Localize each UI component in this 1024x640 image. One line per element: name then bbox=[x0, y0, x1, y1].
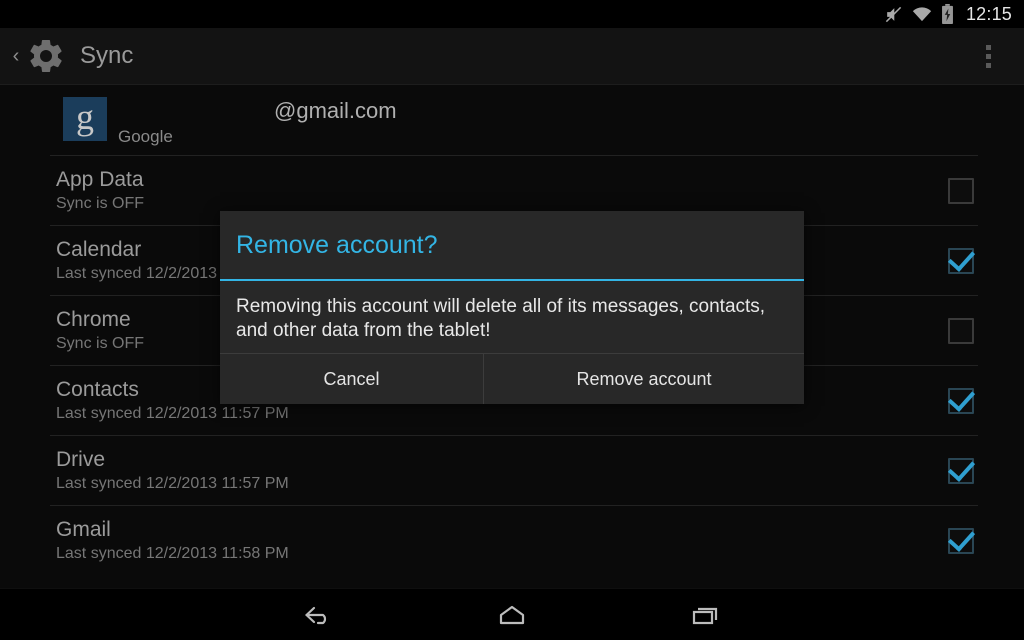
android-tablet-screen: 12:15 ‹ Sync g Google @gmail.com App Dat… bbox=[0, 0, 1024, 640]
nav-back-icon[interactable] bbox=[290, 593, 346, 637]
mute-icon bbox=[884, 5, 903, 24]
nav-recents-icon[interactable] bbox=[678, 593, 734, 637]
sync-row-status: Last synced 12/2/2013 11:57 PM bbox=[56, 475, 289, 492]
dialog-title: Remove account? bbox=[236, 230, 438, 259]
sync-row-title: Gmail bbox=[56, 518, 111, 541]
dialog-message: Removing this account will delete all of… bbox=[236, 296, 766, 341]
sync-checkbox[interactable] bbox=[948, 177, 974, 204]
sync-row-texts: Calendar Last synced 12/2/2013 bbox=[56, 237, 217, 284]
sync-row-texts: Gmail Last synced 12/2/2013 11:58 PM bbox=[56, 517, 289, 564]
google-logo-letter: g bbox=[76, 97, 94, 137]
sync-row-status: Last synced 12/2/2013 11:58 PM bbox=[56, 545, 289, 562]
remove-account-dialog: Remove account? Removing this account wi… bbox=[220, 211, 804, 404]
overflow-dot bbox=[985, 62, 991, 68]
overflow-menu-icon[interactable] bbox=[974, 38, 1002, 74]
sync-row[interactable]: Drive Last synced 12/2/2013 11:57 PM bbox=[0, 436, 1024, 505]
sync-row-status: Last synced 12/2/2013 bbox=[56, 265, 218, 282]
sync-checkbox[interactable] bbox=[948, 527, 974, 554]
nav-home-icon[interactable] bbox=[484, 593, 540, 637]
page-title: Sync bbox=[80, 42, 134, 69]
dialog-body: Removing this account will delete all of… bbox=[220, 281, 804, 352]
sync-row-title: App Data bbox=[56, 168, 144, 191]
sync-row-title: Calendar bbox=[56, 238, 142, 261]
account-email-label: @gmail.com bbox=[274, 98, 397, 123]
dialog-button-bar: Cancel Remove account bbox=[220, 353, 804, 404]
sync-row[interactable]: Gmail Last synced 12/2/2013 11:58 PM bbox=[0, 506, 1024, 575]
sync-row-texts: Chrome Sync is OFF bbox=[56, 307, 144, 354]
account-header: g Google @gmail.com bbox=[0, 85, 1024, 155]
dialog-title-area: Remove account? bbox=[220, 211, 804, 279]
sync-checkbox[interactable] bbox=[948, 457, 974, 484]
sync-checkbox[interactable] bbox=[948, 247, 974, 274]
sync-checkbox[interactable] bbox=[948, 387, 974, 414]
sync-checkbox[interactable] bbox=[948, 317, 974, 344]
back-chevron-icon[interactable]: ‹ bbox=[6, 46, 26, 66]
overflow-dot bbox=[985, 44, 991, 50]
sync-row-texts: App Data Sync is OFF bbox=[56, 167, 144, 214]
action-bar: ‹ Sync bbox=[0, 28, 1024, 85]
sync-row-status: Sync is OFF bbox=[56, 195, 145, 212]
remove-account-button[interactable]: Remove account bbox=[484, 354, 804, 404]
sync-row-texts: Drive Last synced 12/2/2013 11:57 PM bbox=[56, 447, 289, 494]
sync-row-status: Last synced 12/2/2013 11:57 PM bbox=[56, 405, 289, 422]
wifi-icon bbox=[912, 6, 932, 22]
status-bar: 12:15 bbox=[0, 0, 1024, 28]
google-logo-icon: g bbox=[63, 97, 107, 141]
settings-gear-icon bbox=[24, 34, 68, 78]
sync-row-title: Drive bbox=[56, 448, 106, 471]
sync-row-status: Sync is OFF bbox=[56, 335, 145, 352]
cancel-button[interactable]: Cancel bbox=[220, 354, 484, 404]
overflow-dot bbox=[985, 53, 991, 59]
account-provider-label: Google bbox=[118, 127, 173, 146]
navigation-bar bbox=[0, 588, 1024, 640]
status-bar-clock: 12:15 bbox=[965, 3, 1012, 24]
sync-row-title: Chrome bbox=[56, 308, 131, 331]
battery-charging-icon bbox=[941, 4, 954, 24]
